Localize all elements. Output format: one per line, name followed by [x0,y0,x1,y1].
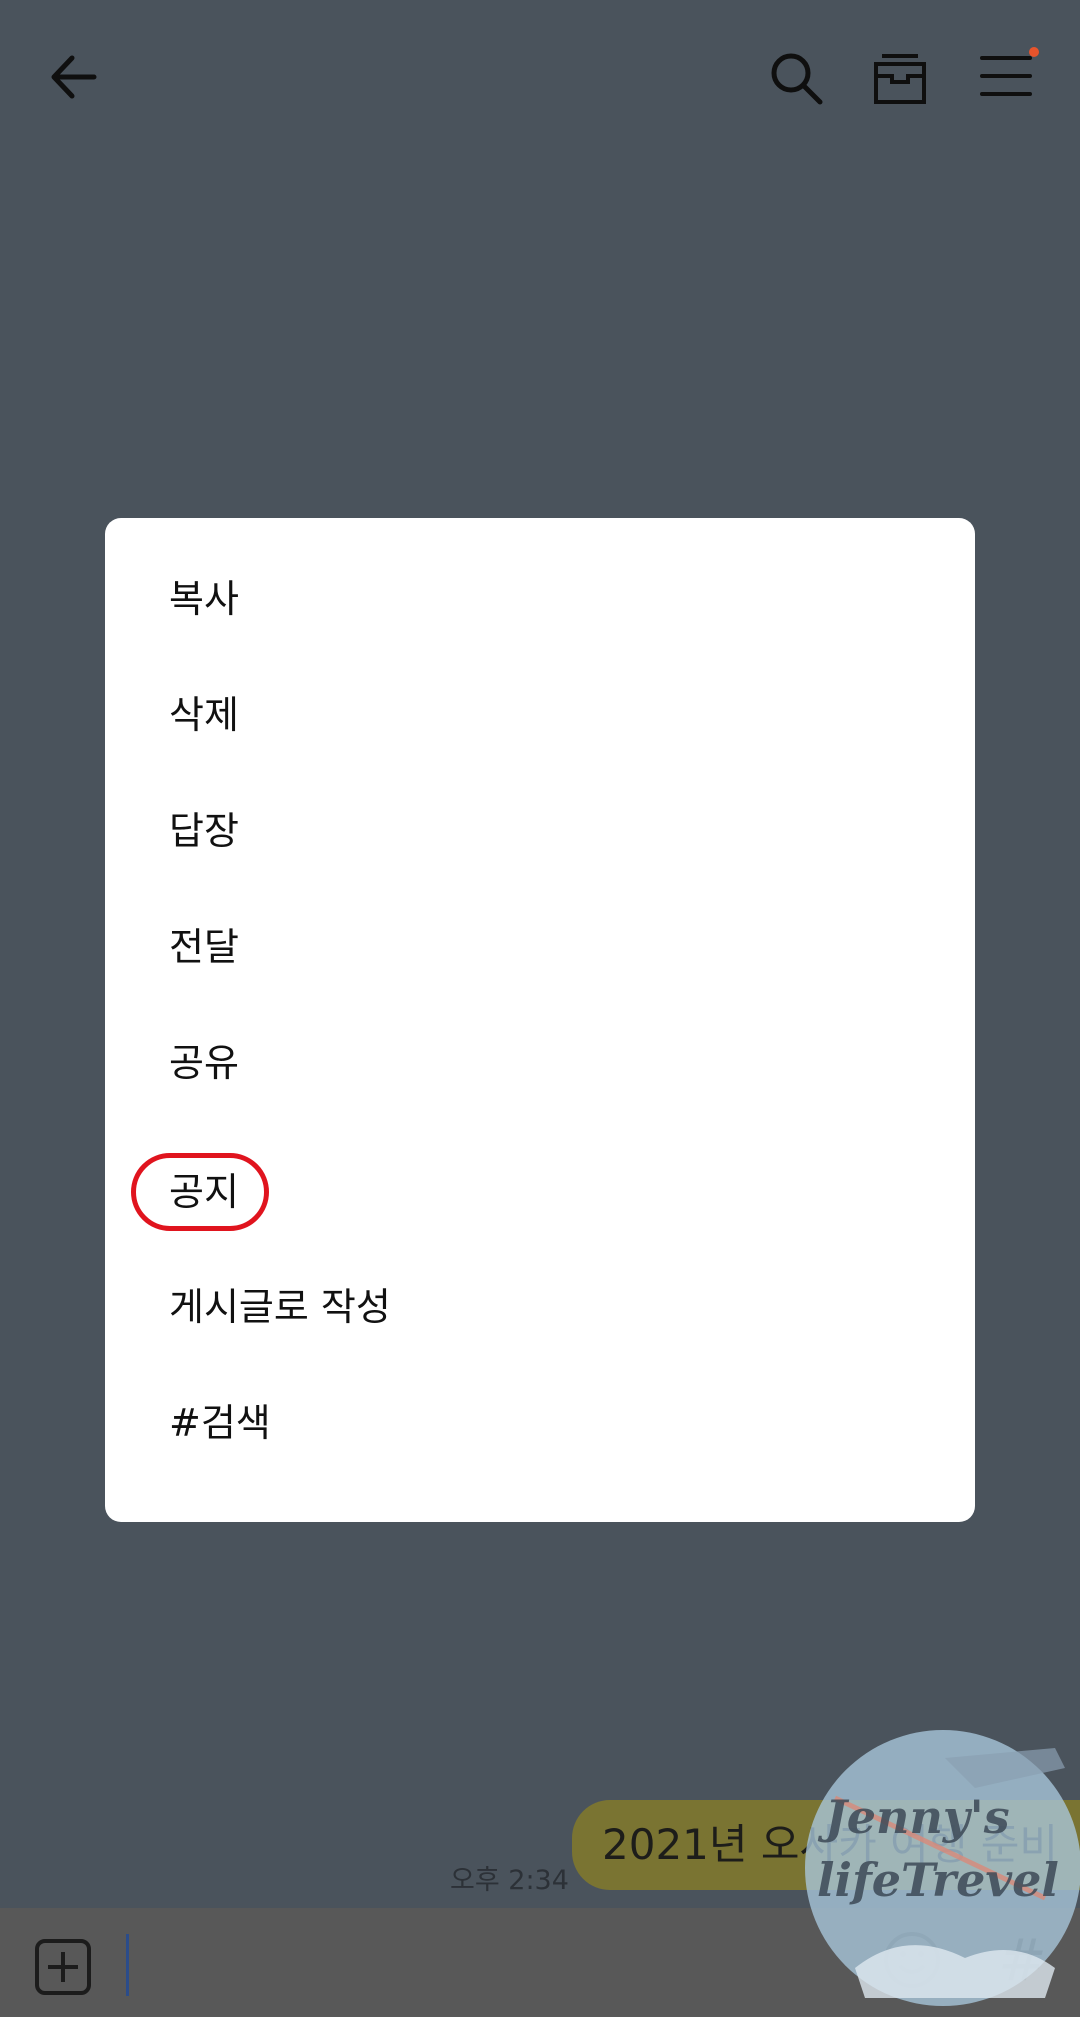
svg-text:lifeTrevel: lifeTrevel [817,1853,1059,1907]
menu-item-reply[interactable]: 답장 [169,806,239,856]
menu-item-notice[interactable]: 공지 [169,1167,239,1217]
hamburger-menu-icon[interactable] [978,46,1040,102]
message-context-menu: 복사 삭제 답장 전달 공유 공지 게시글로 작성 #검색 [105,518,975,1522]
message-input-caret[interactable] [126,1934,129,1996]
top-bar [0,0,1080,160]
notification-dot [1029,47,1039,57]
message-time: 오후 2:34 [450,1865,569,1896]
menu-item-delete[interactable]: 삭제 [169,690,239,740]
arrow-left-icon[interactable] [46,50,100,104]
svg-text:Jenny's: Jenny's [817,1790,1010,1844]
menu-item-share[interactable]: 공유 [169,1038,239,1088]
watermark-logo: Jenny's lifeTrevel [805,1730,1080,2006]
menu-item-write-post[interactable]: 게시글로 작성 [169,1282,391,1332]
drawer-icon[interactable] [872,50,928,106]
plus-box-icon[interactable] [34,1938,92,1996]
search-icon[interactable] [768,50,824,106]
menu-item-copy[interactable]: 복사 [169,574,239,624]
menu-item-hashtag-search[interactable]: #검색 [169,1398,271,1448]
menu-item-forward[interactable]: 전달 [169,922,239,972]
